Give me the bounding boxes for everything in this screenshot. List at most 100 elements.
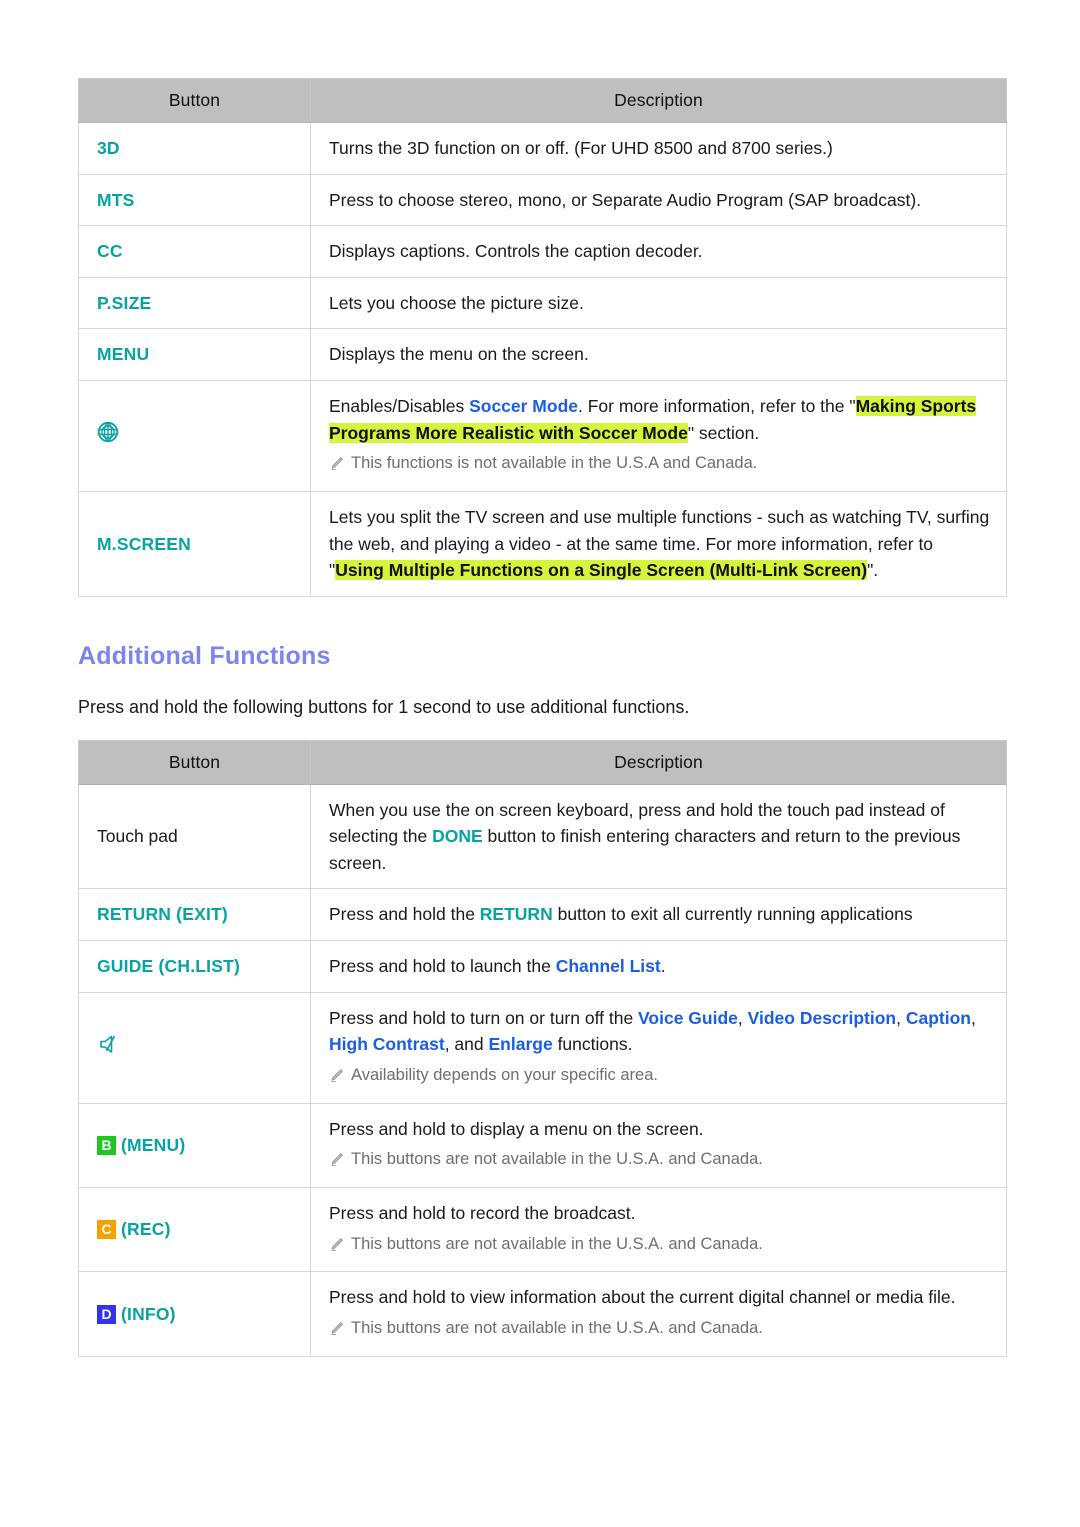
- note-pencil-icon: [329, 1235, 344, 1260]
- inline-link[interactable]: High Contrast: [329, 1034, 445, 1054]
- inline-text: Lets you choose the picture size.: [329, 292, 584, 313]
- soccer-ball-icon: [97, 421, 119, 451]
- column-header-button: Button: [78, 739, 311, 785]
- note-text: This buttons are not available in the U.…: [351, 1150, 763, 1169]
- button-description-cell: Press and hold the RETURN button to exit…: [310, 888, 1007, 942]
- note-text: This functions is not available in the U…: [351, 454, 758, 473]
- table-row: Press and hold to turn on or turn off th…: [78, 991, 1007, 1104]
- remote-button-table-2: Button Description Touch pad When you use…: [78, 739, 1007, 1357]
- inline-text: Displays captions. Controls the caption …: [329, 241, 703, 262]
- color-button-badge-d[interactable]: D: [97, 1304, 116, 1324]
- inline-text: Press and hold to turn on or turn off th…: [329, 1007, 639, 1028]
- color-button-badge-c[interactable]: C: [97, 1220, 116, 1240]
- inline-link[interactable]: Soccer Mode: [469, 396, 578, 416]
- inline-text: Press and hold to view information about…: [329, 1287, 956, 1308]
- inline-text: Press and hold to record the broadcast.: [329, 1202, 636, 1223]
- inline-text: , and: [444, 1034, 489, 1055]
- button-description-cell: Displays captions. Controls the caption …: [310, 225, 1007, 278]
- button-label: (INFO): [121, 1303, 176, 1324]
- column-header-description: Description: [310, 739, 1007, 785]
- button-label: (REC): [121, 1219, 171, 1240]
- button-name-cell: RETURN (EXIT): [78, 888, 311, 942]
- button-description-cell: Lets you choose the picture size.: [310, 276, 1007, 330]
- availability-note: This buttons are not available in the U.…: [329, 1316, 990, 1344]
- table-row: M.SCREEN Lets you split the TV screen and…: [78, 490, 1007, 597]
- table-row: P.SIZE Lets you choose the picture size.: [78, 276, 1007, 330]
- button-label: GUIDE (CH.LIST): [97, 956, 240, 977]
- mute-speaker-icon: [97, 1032, 121, 1064]
- button-label: (MENU): [121, 1134, 186, 1155]
- button-description-cell: Lets you split the TV screen and use mul…: [310, 490, 1007, 597]
- note-pencil-icon: [329, 1150, 344, 1175]
- table-row: MTS Press to choose stereo, mono, or Sepa…: [78, 173, 1007, 227]
- button-name-cell: MTS: [78, 173, 311, 227]
- button-description-cell: Displays the menu on the screen.: [310, 328, 1007, 381]
- remote-button-table-1: Button Description 3D Turns the 3D functi…: [78, 78, 1007, 597]
- table-row: MENU Displays the menu on the screen.: [78, 328, 1007, 381]
- button-description-cell: Turns the 3D function on or off. (For UH…: [310, 122, 1007, 175]
- button-description-cell: Press and hold to launch the Channel Lis…: [310, 940, 1007, 993]
- button-name-cell: 3D: [78, 122, 311, 175]
- availability-note: This functions is not available in the U…: [329, 451, 990, 479]
- note-pencil-icon: [329, 1066, 344, 1091]
- note-pencil-icon: [329, 1319, 344, 1344]
- note-pencil-icon: [329, 454, 344, 479]
- section-lead-text: Press and hold the following buttons for…: [78, 696, 690, 717]
- button-description-cell: Press and hold to view information about…: [310, 1271, 1007, 1357]
- inline-link[interactable]: Voice Guide: [638, 1008, 738, 1028]
- availability-note: This buttons are not available in the U.…: [329, 1232, 990, 1260]
- inline-link[interactable]: Caption: [906, 1008, 971, 1028]
- button-name-cell: CC: [78, 225, 311, 278]
- page-title: Additional Functions: [78, 641, 331, 670]
- column-header-button: Button: [78, 78, 311, 123]
- table-row: C (REC) Press and hold to record the broad…: [78, 1186, 1007, 1273]
- inline-text: ,: [896, 1007, 906, 1028]
- document-page: Button Description 3D Turns the 3D functi…: [78, 78, 1007, 1357]
- table-row: GUIDE (CH.LIST) Press and hold to launch …: [78, 940, 1007, 993]
- inline-text: ,: [737, 1007, 748, 1028]
- inline-link[interactable]: Enlarge: [489, 1034, 553, 1054]
- table-row: Touch pad When you use the on screen keyb…: [78, 783, 1007, 890]
- button-label: M.SCREEN: [97, 533, 191, 554]
- inline-keyword[interactable]: RETURN: [480, 904, 553, 924]
- table-row: RETURN (EXIT) Press and hold the RETURN b…: [78, 888, 1007, 942]
- color-button-badge-b[interactable]: B: [97, 1135, 116, 1155]
- button-description-cell: When you use the on screen keyboard, pre…: [310, 783, 1007, 890]
- button-description-cell: Press to choose stereo, mono, or Separat…: [310, 173, 1007, 227]
- button-label: RETURN (EXIT): [97, 904, 228, 925]
- inline-keyword[interactable]: DONE: [432, 826, 483, 846]
- note-text: Availability depends on your specific ar…: [351, 1065, 658, 1084]
- table-header-row: Button Description: [78, 739, 1007, 785]
- button-name-cell: M.SCREEN: [78, 490, 311, 597]
- highlighted-reference[interactable]: Using Multiple Functions on a Single Scr…: [335, 560, 868, 581]
- button-label: 3D: [97, 138, 120, 158]
- button-name-cell: P.SIZE: [78, 276, 311, 330]
- inline-link[interactable]: Video Description: [748, 1008, 896, 1028]
- button-description-cell: Press and hold to record the broadcast. T…: [310, 1186, 1007, 1273]
- inline-text: Press to choose stereo, mono, or Separat…: [329, 189, 922, 210]
- inline-text: Turns the 3D function on or off. (For UH…: [329, 138, 833, 158]
- inline-text: . For more information, refer to the ": [578, 395, 856, 416]
- inline-text: Press and hold to launch the: [329, 956, 556, 977]
- availability-note: Availability depends on your specific ar…: [329, 1063, 990, 1091]
- table-header-row: Button Description: [78, 78, 1007, 123]
- inline-text: .: [660, 956, 666, 977]
- inline-text: functions.: [552, 1034, 633, 1055]
- table-body: 3D Turns the 3D function on or off. (For …: [78, 122, 1007, 597]
- button-description-cell: Press and hold to turn on or turn off th…: [310, 991, 1007, 1104]
- button-label: P.SIZE: [97, 292, 152, 313]
- button-name-cell: D (INFO): [78, 1271, 311, 1357]
- note-text: This buttons are not available in the U.…: [351, 1318, 763, 1337]
- button-name-cell: B (MENU): [78, 1102, 311, 1188]
- button-name-cell: MENU: [78, 328, 311, 381]
- table-body: Touch pad When you use the on screen keyb…: [78, 783, 1007, 1357]
- button-label: CC: [97, 241, 123, 262]
- button-label: MENU: [97, 344, 150, 365]
- button-name-cell: C (REC): [78, 1186, 311, 1273]
- table-row: Enables/Disables Soccer Mode. For more i…: [78, 379, 1007, 492]
- inline-link[interactable]: Channel List: [556, 956, 661, 976]
- table-row: 3D Turns the 3D function on or off. (For …: [78, 122, 1007, 175]
- button-description-cell: Press and hold to display a menu on the …: [310, 1102, 1007, 1188]
- inline-text: ,: [970, 1007, 976, 1028]
- column-header-description: Description: [310, 78, 1007, 123]
